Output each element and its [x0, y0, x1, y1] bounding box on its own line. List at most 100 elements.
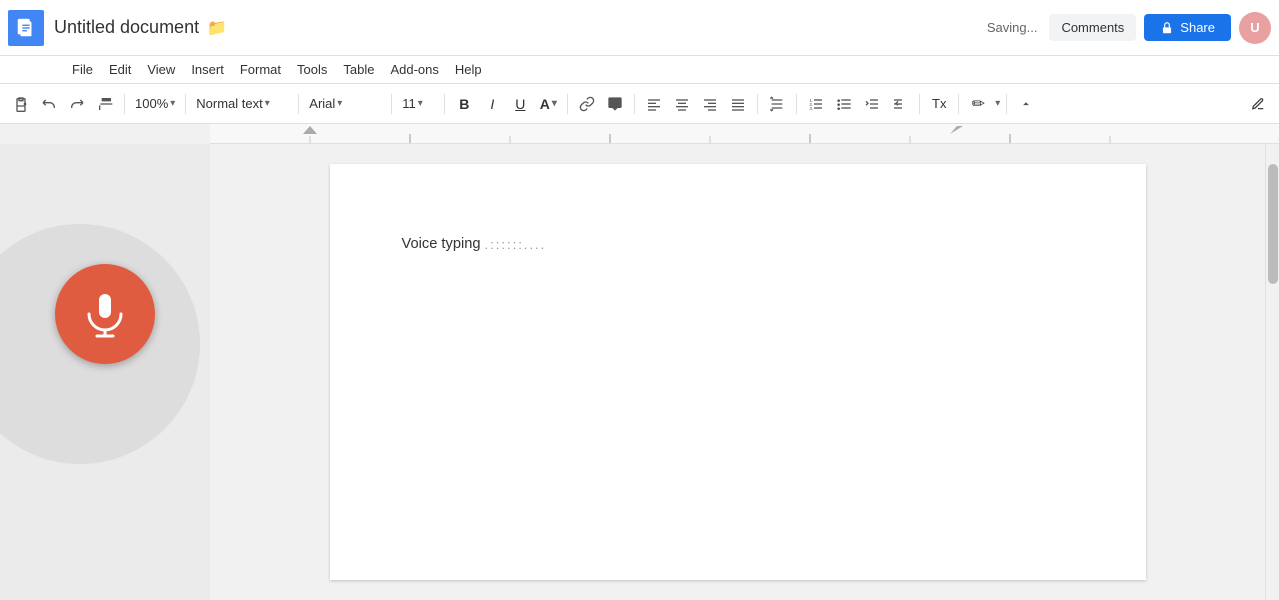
- share-label: Share: [1180, 20, 1215, 35]
- style-arrow: ▾: [265, 98, 270, 109]
- menu-view[interactable]: View: [139, 58, 183, 81]
- line-spacing-button[interactable]: [764, 91, 790, 117]
- align-left-icon: [646, 96, 662, 112]
- zoom-dropdown[interactable]: 100% ▾: [131, 94, 179, 113]
- unordered-list-button[interactable]: [831, 91, 857, 117]
- font-size-value: 11: [402, 96, 416, 111]
- paint-format-button[interactable]: [92, 91, 118, 117]
- font-size-dropdown[interactable]: 11 ▾: [398, 94, 438, 113]
- paint-format-icon: [97, 96, 113, 112]
- font-dropdown[interactable]: Arial ▾: [305, 94, 385, 113]
- link-button[interactable]: [574, 91, 600, 117]
- scrollbar-thumb[interactable]: [1268, 164, 1278, 284]
- voice-dots: .::::::....: [485, 237, 547, 252]
- document-content[interactable]: Voice typing .::::::....: [402, 236, 1074, 252]
- decrease-indent-icon: [864, 96, 880, 112]
- comment-icon: [607, 96, 623, 112]
- zoom-value: 100%: [135, 96, 168, 111]
- document-area[interactable]: Voice typing .::::::....: [210, 144, 1265, 600]
- redo-icon: [69, 96, 85, 112]
- text-color-label: A: [540, 96, 550, 112]
- toolbar-separator-9: [796, 94, 797, 114]
- text-color-arrow: ▾: [552, 98, 557, 109]
- toolbar-separator-4: [391, 94, 392, 114]
- share-button[interactable]: Share: [1144, 14, 1231, 41]
- menu-file[interactable]: File: [64, 58, 101, 81]
- decrease-indent-button[interactable]: [859, 91, 885, 117]
- expand-button[interactable]: [1013, 91, 1039, 117]
- menu-format[interactable]: Format: [232, 58, 289, 81]
- toolbar-separator-5: [444, 94, 445, 114]
- voice-typing-text: Voice typing: [402, 236, 481, 252]
- menu-tools[interactable]: Tools: [289, 58, 335, 81]
- toolbar-separator-7: [634, 94, 635, 114]
- menu-edit[interactable]: Edit: [101, 58, 139, 81]
- document-page: Voice typing .::::::....: [330, 164, 1146, 580]
- undo-icon: [41, 96, 57, 112]
- text-color-button[interactable]: A ▾: [535, 91, 561, 117]
- toolbar-separator-6: [567, 94, 568, 114]
- undo-button[interactable]: [36, 91, 62, 117]
- style-dropdown[interactable]: Normal text ▾: [192, 94, 292, 113]
- menu-insert[interactable]: Insert: [183, 58, 232, 81]
- ordered-list-icon: 1.2.3.: [808, 96, 824, 112]
- font-value: Arial: [309, 96, 335, 111]
- redo-button[interactable]: [64, 91, 90, 117]
- underline-button[interactable]: U: [507, 91, 533, 117]
- italic-button[interactable]: I: [479, 91, 505, 117]
- menu-help[interactable]: Help: [447, 58, 490, 81]
- expand-icon: [1019, 97, 1033, 111]
- ruler-markings: [210, 124, 1279, 144]
- toolbar-separator-12: [1006, 94, 1007, 114]
- align-center-button[interactable]: [669, 91, 695, 117]
- unordered-list-icon: [836, 96, 852, 112]
- folder-icon[interactable]: 📁: [207, 18, 227, 38]
- align-right-icon: [702, 96, 718, 112]
- scrollbar[interactable]: [1265, 144, 1279, 600]
- align-center-icon: [674, 96, 690, 112]
- header-right: Saving... Comments Share U: [987, 12, 1271, 44]
- increase-indent-icon: [892, 96, 908, 112]
- toolbar-separator-2: [185, 94, 186, 114]
- saving-status: Saving...: [987, 20, 1038, 35]
- clear-formatting-button[interactable]: Tx: [926, 91, 952, 117]
- menu-addons[interactable]: Add-ons: [382, 58, 446, 81]
- align-left-button[interactable]: [641, 91, 667, 117]
- avatar[interactable]: U: [1239, 12, 1271, 44]
- document-title[interactable]: Untitled document: [54, 17, 199, 38]
- lock-icon: [1160, 21, 1174, 35]
- ordered-list-button[interactable]: 1.2.3.: [803, 91, 829, 117]
- toolbar-separator-3: [298, 94, 299, 114]
- comments-button[interactable]: Comments: [1049, 14, 1136, 41]
- microphone-button[interactable]: [55, 264, 155, 364]
- style-value: Normal text: [196, 96, 262, 111]
- content-area: Voice typing .::::::....: [0, 144, 1279, 600]
- draw-button[interactable]: [1245, 91, 1271, 117]
- toolbar-separator-8: [757, 94, 758, 114]
- comment-button[interactable]: [602, 91, 628, 117]
- title-area: Untitled document 📁: [54, 17, 987, 38]
- align-right-button[interactable]: [697, 91, 723, 117]
- editing-mode-arrow: ▾: [995, 98, 1000, 109]
- header: Untitled document 📁 Saving... Comments S…: [0, 0, 1279, 56]
- bold-button[interactable]: B: [451, 91, 477, 117]
- toolbar: 100% ▾ Normal text ▾ Arial ▾ 11 ▾ B I U …: [0, 84, 1279, 124]
- print-button[interactable]: [8, 91, 34, 117]
- font-arrow: ▾: [337, 98, 342, 109]
- menu-table[interactable]: Table: [335, 58, 382, 81]
- print-icon: [13, 96, 29, 112]
- pen-icon: [1251, 97, 1265, 111]
- ruler: [210, 124, 1279, 144]
- justify-button[interactable]: [725, 91, 751, 117]
- toolbar-separator-11: [958, 94, 959, 114]
- link-icon: [579, 96, 595, 112]
- app-icon: [8, 10, 44, 46]
- menubar: File Edit View Insert Format Tools Table…: [0, 56, 1279, 84]
- line-spacing-icon: [769, 96, 785, 112]
- increase-indent-button[interactable]: [887, 91, 913, 117]
- editing-mode-button[interactable]: ✏: [965, 91, 991, 117]
- font-size-arrow: ▾: [418, 98, 423, 109]
- microphone-icon: [81, 290, 129, 338]
- justify-icon: [730, 96, 746, 112]
- svg-text:3.: 3.: [810, 106, 814, 111]
